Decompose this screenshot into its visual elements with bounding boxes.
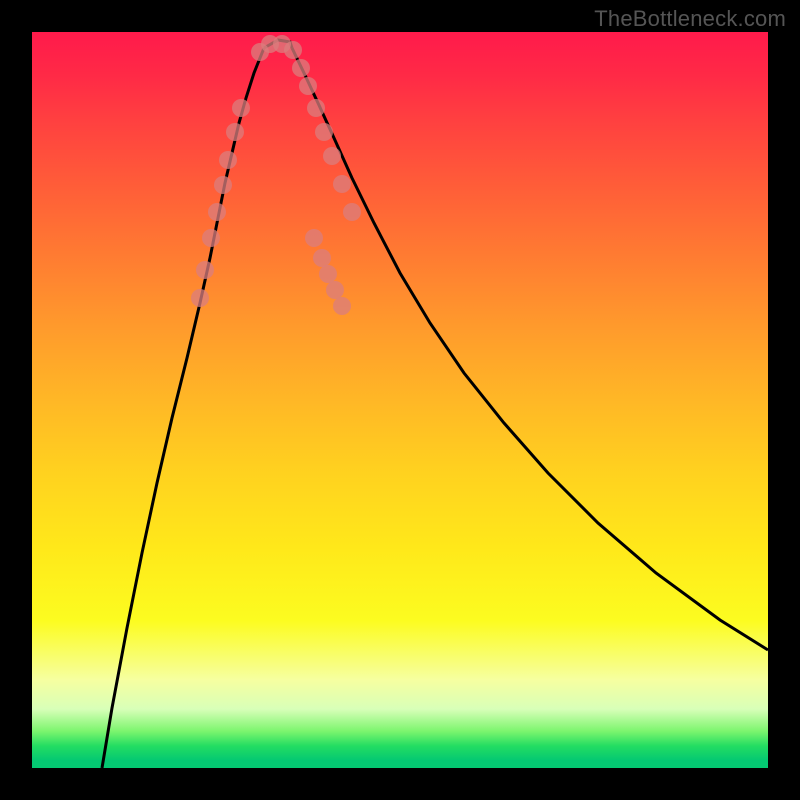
data-point xyxy=(292,59,310,77)
data-point xyxy=(305,229,323,247)
chart-svg xyxy=(32,32,768,768)
curve-left-branch xyxy=(102,48,264,768)
data-point xyxy=(299,77,317,95)
data-point xyxy=(202,229,220,247)
data-markers xyxy=(191,35,361,315)
data-point xyxy=(226,123,244,141)
data-point xyxy=(307,99,325,117)
plot-area xyxy=(32,32,768,768)
data-point xyxy=(214,176,232,194)
watermark-text: TheBottleneck.com xyxy=(594,6,786,32)
data-point xyxy=(232,99,250,117)
data-point xyxy=(284,41,302,59)
data-point xyxy=(196,261,214,279)
data-point xyxy=(315,123,333,141)
curve-right-branch xyxy=(292,48,768,650)
data-point xyxy=(343,203,361,221)
outer-frame: TheBottleneck.com xyxy=(0,0,800,800)
data-point xyxy=(326,281,344,299)
data-point xyxy=(323,147,341,165)
data-point xyxy=(313,249,331,267)
data-point xyxy=(191,289,209,307)
data-point xyxy=(319,265,337,283)
data-point xyxy=(333,297,351,315)
data-point xyxy=(208,203,226,221)
data-point xyxy=(219,151,237,169)
data-point xyxy=(333,175,351,193)
